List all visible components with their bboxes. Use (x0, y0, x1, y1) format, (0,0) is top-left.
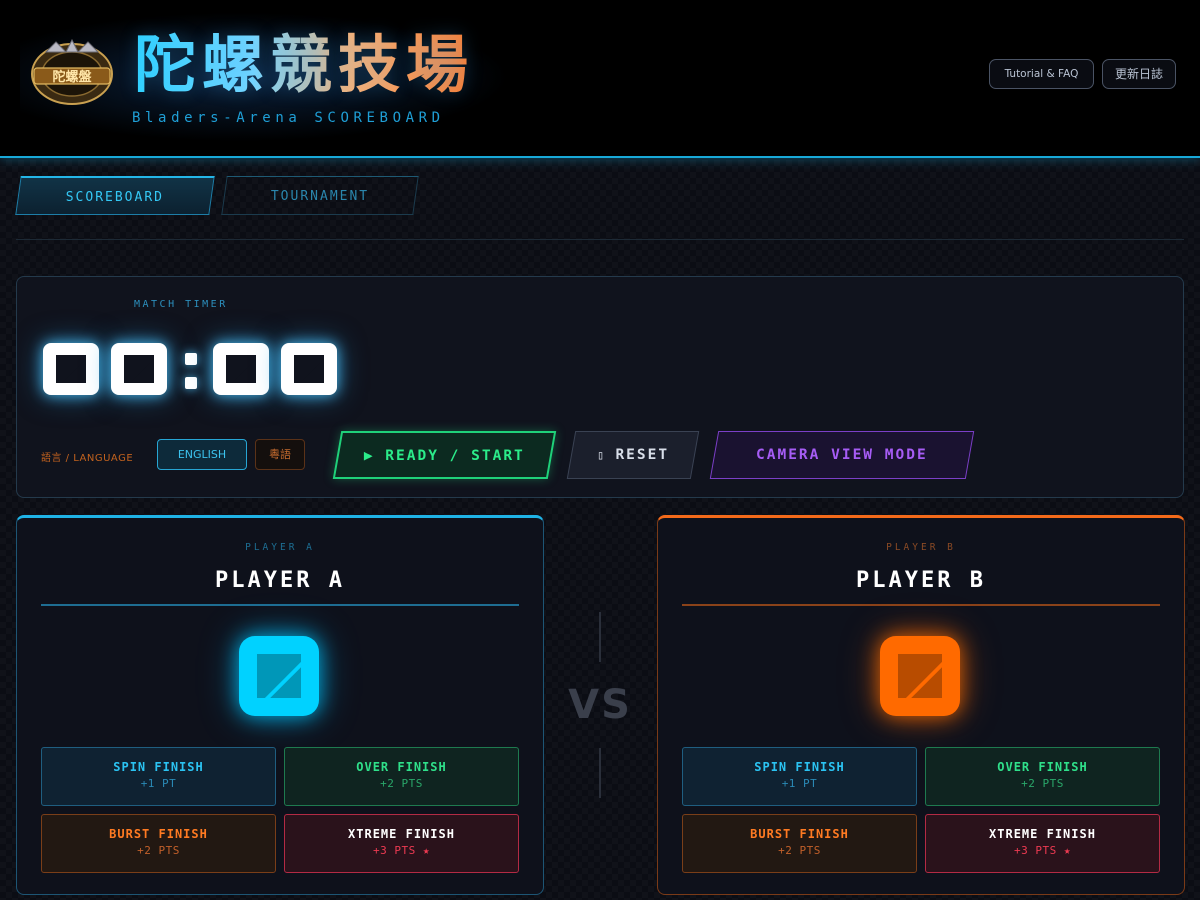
camera-view-mode-button[interactable]: CAMERA VIEW MODE (709, 431, 975, 479)
finish-name: OVER FINISH (356, 760, 447, 774)
spinning-top-logo-icon: 陀螺盤 (31, 38, 113, 105)
finish-points: +1 PT (140, 777, 177, 790)
tab-tournament-label: TOURNAMENT (270, 189, 370, 204)
finish-name: XTREME FINISH (348, 827, 455, 841)
player-b-divider (682, 604, 1160, 606)
match-timer (43, 329, 349, 409)
tab-scoreboard-label: SCOREBOARD (65, 190, 164, 205)
player-b-card: PLAYER B PLAYER B SPIN FINISH +1 PT OVER… (657, 515, 1185, 895)
language-english-button[interactable]: ENGLISH (157, 439, 247, 470)
player-b-xtreme-finish-button[interactable]: XTREME FINISH +3 PTS ★ (925, 814, 1160, 873)
app-subtitle: Bladers-Arena SCOREBOARD (132, 110, 445, 126)
player-b-score (880, 636, 960, 716)
timer-digit (281, 343, 337, 395)
player-a-burst-finish-button[interactable]: BURST FINISH +2 PTS (41, 814, 276, 873)
timer-colon (179, 343, 201, 395)
reset-icon: ▯ (596, 448, 616, 462)
finish-points: +3 PTS ★ (373, 844, 430, 857)
timer-label: MATCH TIMER (134, 299, 228, 310)
finish-name: BURST FINISH (750, 827, 849, 841)
player-a-over-finish-button[interactable]: OVER FINISH +2 PTS (284, 747, 519, 806)
reset-button[interactable]: ▯ RESET (566, 431, 700, 479)
vs-divider-top (599, 612, 601, 662)
finish-points: +2 PTS (1021, 777, 1064, 790)
tutorial-faq-button[interactable]: Tutorial & FAQ (989, 59, 1094, 89)
reset-label: RESET (615, 447, 670, 463)
logo-text: 陀螺盤 (52, 69, 92, 85)
play-icon: ▶ (363, 448, 386, 464)
finish-points: +1 PT (781, 777, 818, 790)
finish-name: SPIN FINISH (113, 760, 204, 774)
player-b-over-finish-button[interactable]: OVER FINISH +2 PTS (925, 747, 1160, 806)
player-a-score (239, 636, 319, 716)
score-digit-zero (898, 654, 942, 698)
camera-view-mode-label: CAMERA VIEW MODE (756, 447, 928, 463)
finish-points: +2 PTS (137, 844, 180, 857)
player-b-burst-finish-button[interactable]: BURST FINISH +2 PTS (682, 814, 917, 873)
changelog-button[interactable]: 更新日誌 (1102, 59, 1176, 89)
finish-points: +2 PTS (380, 777, 423, 790)
player-a-divider (41, 604, 519, 606)
tab-divider (16, 239, 1184, 240)
app-header: 陀螺盤 陀螺競技場 Bladers-Arena SCOREBOARD Tutor… (0, 0, 1200, 158)
timer-digit (111, 343, 167, 395)
player-a-spin-finish-button[interactable]: SPIN FINISH +1 PT (41, 747, 276, 806)
player-a-name[interactable]: PLAYER A (17, 568, 543, 593)
player-a-xtreme-finish-button[interactable]: XTREME FINISH +3 PTS ★ (284, 814, 519, 873)
vs-divider-bottom (599, 748, 601, 798)
finish-points: +3 PTS ★ (1014, 844, 1071, 857)
finish-name: OVER FINISH (997, 760, 1088, 774)
language-cantonese-button[interactable]: 粵語 (255, 439, 305, 470)
match-control-panel: MATCH TIMER 語言 / LANGUAGE ENGLISH 粵語 ▶ R… (16, 276, 1184, 498)
finish-points: +2 PTS (778, 844, 821, 857)
language-label: 語言 / LANGUAGE (41, 453, 134, 464)
player-b-name[interactable]: PLAYER B (658, 568, 1184, 593)
player-a-card: PLAYER A PLAYER A SPIN FINISH +1 PT OVER… (16, 515, 544, 895)
app-title: 陀螺競技場 (134, 26, 474, 104)
finish-name: SPIN FINISH (754, 760, 845, 774)
finish-name: XTREME FINISH (989, 827, 1096, 841)
player-b-spin-finish-button[interactable]: SPIN FINISH +1 PT (682, 747, 917, 806)
timer-digit (213, 343, 269, 395)
tab-tournament[interactable]: TOURNAMENT (221, 176, 419, 215)
player-b-tag: PLAYER B (886, 542, 956, 553)
score-digit-zero (257, 654, 301, 698)
tab-scoreboard[interactable]: SCOREBOARD (15, 176, 215, 215)
ready-start-label: READY / START (385, 448, 525, 464)
timer-digit (43, 343, 99, 395)
player-a-tag: PLAYER A (245, 542, 315, 553)
finish-name: BURST FINISH (109, 827, 208, 841)
ready-start-button[interactable]: ▶ READY / START (332, 431, 557, 479)
vs-label: VS (568, 682, 632, 728)
